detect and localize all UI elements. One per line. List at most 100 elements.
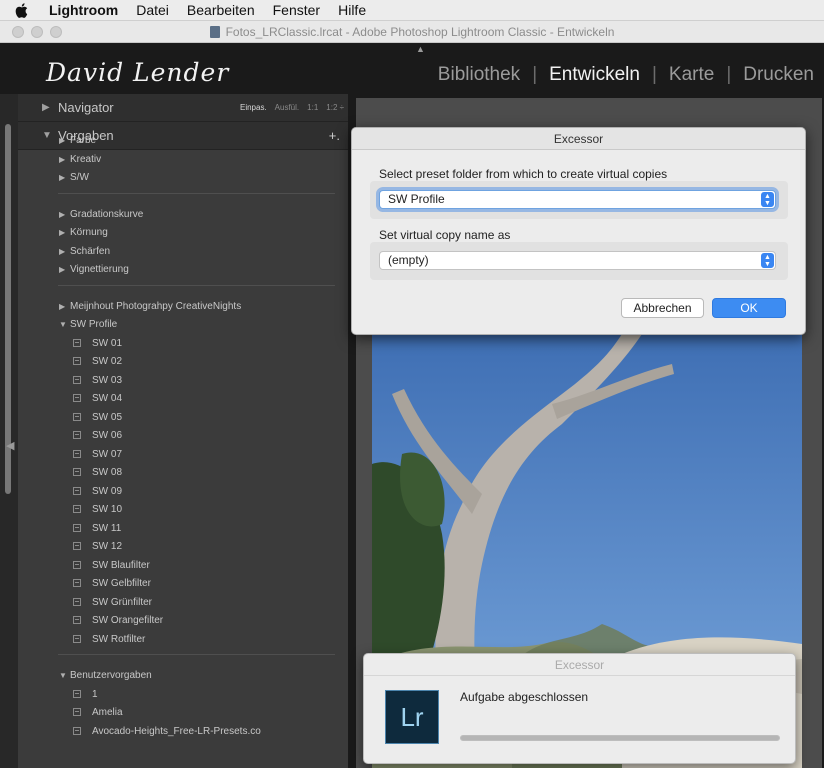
preset-group-label: Benutzervorgaben — [70, 669, 152, 681]
preset-item[interactable]: SW Gelbfilter — [18, 574, 151, 592]
preset-item[interactable]: SW Grünfilter — [18, 593, 152, 611]
preset-label: SW 06 — [92, 429, 123, 441]
preset-item[interactable]: SW 05 — [18, 408, 122, 426]
top-panel-toggle-icon[interactable]: ▲ — [416, 44, 425, 54]
preset-item[interactable]: SW Blaufilter — [18, 556, 150, 574]
preset-group-item[interactable]: ▼ Benutzervorgaben — [18, 666, 152, 684]
zoom-1-2-option[interactable]: 1:2 ÷ — [326, 103, 344, 112]
preset-item[interactable]: SW 01 — [18, 334, 122, 352]
preset-item[interactable]: SW 12 — [18, 537, 122, 555]
catalog-document-icon — [209, 26, 220, 38]
identity-plate: David Lender — [46, 58, 230, 87]
preset-label: SW 01 — [92, 337, 123, 349]
preset-icon — [73, 579, 81, 587]
collapsed-triangle-icon[interactable]: ▶ — [59, 302, 70, 311]
section-divider — [58, 285, 335, 286]
preset-group-item[interactable]: ▶ Schärfen — [18, 242, 110, 260]
preset-item[interactable]: SW 11 — [18, 519, 121, 537]
presets-list: ▶ Farbe ▶ Kreativ ▶ S/W ▶ Gradationskurve ▶ Körnu… — [18, 122, 348, 768]
zoom-fit-option[interactable]: Einpas. — [240, 103, 267, 112]
preset-icon — [73, 413, 81, 421]
zoom-fill-option[interactable]: Ausfül. — [275, 103, 299, 112]
preset-group-label: Körnung — [70, 226, 108, 238]
collapsed-triangle-icon[interactable]: ▶ — [59, 173, 70, 182]
preset-item[interactable]: SW 06 — [18, 426, 122, 444]
preset-folder-select[interactable]: SW Profile ▲ ▼ — [379, 190, 776, 209]
preset-icon — [73, 616, 81, 624]
preset-item[interactable]: SW 10 — [18, 500, 122, 518]
preset-item[interactable]: 1 — [18, 685, 98, 703]
collapsed-triangle-icon[interactable]: ▶ — [59, 210, 70, 219]
preset-group-label: SW Profile — [70, 318, 118, 330]
preset-item[interactable]: SW 03 — [18, 371, 122, 389]
apple-icon[interactable] — [15, 2, 31, 18]
preset-item[interactable]: SW 04 — [18, 389, 122, 407]
progress-bar — [460, 735, 780, 741]
expanded-triangle-icon[interactable]: ▼ — [59, 671, 70, 680]
collapsed-triangle-icon[interactable]: ▶ — [59, 155, 70, 164]
module-bibliothek[interactable]: Bibliothek — [438, 64, 520, 86]
preset-label: SW 10 — [92, 503, 123, 515]
navigator-header[interactable]: ▶ Navigator Einpas. Ausfül. 1:1 1:2 ÷ — [18, 94, 348, 122]
preset-label: SW Rotfilter — [92, 633, 146, 645]
folder-select-label: Select preset folder from which to creat… — [379, 167, 668, 181]
module-picker: Bibliothek | Entwickeln | Karte | Drucke… — [438, 64, 814, 86]
cancel-button[interactable]: Abbrechen — [621, 298, 704, 318]
preset-group-item[interactable]: ▶ Meijnhout Photograhpy CreativeNights — [18, 297, 241, 315]
menu-app-lightroom[interactable]: Lightroom — [49, 2, 118, 18]
menu-bar: Lightroom Datei Bearbeiten Fenster Hilfe — [0, 0, 824, 21]
preset-group-item[interactable]: ▶ Körnung — [18, 223, 108, 241]
menu-datei[interactable]: Datei — [136, 2, 169, 18]
completion-notification: Excessor Lr Aufgabe abgeschlossen — [363, 653, 796, 764]
preset-item[interactable]: SW Rotfilter — [18, 630, 145, 648]
dialog-title: Excessor — [352, 128, 805, 150]
preset-group-item[interactable]: ▶ Farbe — [18, 131, 96, 149]
notification-message: Aufgabe abgeschlossen — [460, 690, 589, 704]
ok-button[interactable]: OK — [712, 298, 786, 318]
navigator-label: Navigator — [58, 100, 114, 115]
module-drucken[interactable]: Drucken — [743, 64, 814, 86]
preset-group-item[interactable]: ▶ S/W — [18, 168, 89, 186]
preset-item[interactable]: Avocado-Heights_Free-LR-Presets.co — [18, 722, 261, 740]
preset-group-item[interactable]: ▶ Vignettierung — [18, 260, 129, 278]
menu-hilfe[interactable]: Hilfe — [338, 2, 366, 18]
collapsed-triangle-icon[interactable]: ▶ — [59, 228, 70, 237]
preset-label: Avocado-Heights_Free-LR-Presets.co — [92, 725, 261, 737]
preset-group-item[interactable]: ▼ SW Profile — [18, 315, 117, 333]
preset-label: SW 02 — [92, 355, 123, 367]
zoom-1-1-option[interactable]: 1:1 — [307, 103, 318, 112]
collapsed-triangle-icon[interactable]: ▶ — [59, 136, 70, 145]
preset-group-item[interactable]: ▶ Gradationskurve — [18, 205, 143, 223]
excessor-dialog: Excessor Select preset folder from which… — [351, 127, 806, 335]
module-separator: | — [726, 64, 732, 85]
module-entwickeln[interactable]: Entwickeln — [549, 64, 640, 86]
window-titlebar: Fotos_LRClassic.lrcat - Adobe Photoshop … — [0, 21, 824, 43]
preset-label: SW 11 — [92, 522, 122, 534]
popup-arrows-icon: ▲ ▼ — [761, 192, 774, 207]
module-karte[interactable]: Karte — [669, 64, 714, 86]
collapsed-triangle-icon[interactable]: ▶ — [59, 247, 70, 256]
preset-icon — [73, 635, 81, 643]
collapsed-triangle-icon: ▶ — [42, 102, 50, 113]
copy-name-select[interactable]: (empty) ▲ ▼ — [379, 251, 776, 270]
left-panel-toggle-icon[interactable]: ◀ — [6, 439, 14, 452]
collapsed-triangle-icon[interactable]: ▶ — [59, 265, 70, 274]
preset-item[interactable]: SW 09 — [18, 482, 122, 500]
progress-fill — [461, 736, 779, 740]
preset-item[interactable]: SW 08 — [18, 463, 122, 481]
preset-group-item[interactable]: ▶ Kreativ — [18, 150, 101, 168]
expanded-triangle-icon[interactable]: ▼ — [59, 320, 70, 329]
preset-item[interactable]: SW 02 — [18, 352, 122, 370]
preset-group-label: S/W — [70, 171, 89, 183]
section-divider — [58, 193, 335, 194]
lightroom-logo-icon: Lr — [385, 690, 439, 744]
preset-item[interactable]: Amelia — [18, 703, 123, 721]
preset-group-label: Farbe — [70, 134, 97, 146]
preset-item[interactable]: SW Orangefilter — [18, 611, 163, 629]
menu-bearbeiten[interactable]: Bearbeiten — [187, 2, 255, 18]
copy-name-value: (empty) — [388, 253, 429, 267]
preset-folder-value: SW Profile — [388, 192, 445, 206]
preset-item[interactable]: SW 07 — [18, 445, 122, 463]
preset-icon — [73, 505, 81, 513]
menu-fenster[interactable]: Fenster — [273, 2, 320, 18]
